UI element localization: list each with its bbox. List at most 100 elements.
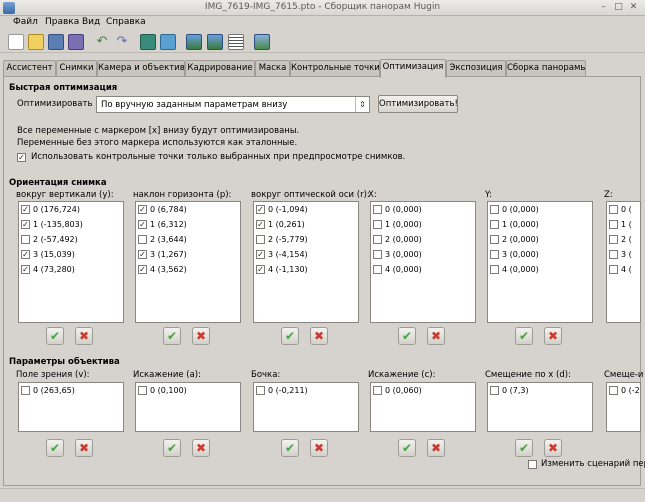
list-item[interactable]: ✓ 0 (176,724) <box>21 205 80 217</box>
list-item[interactable]: 2 (0,000) <box>373 235 422 247</box>
list-item[interactable]: 0 (0,000) <box>490 205 539 217</box>
list-item[interactable]: 1 (0,000) <box>373 220 422 232</box>
list-item[interactable]: ✓ 4 (73,280) <box>21 265 75 277</box>
table-icon[interactable] <box>228 34 244 50</box>
item-checkbox[interactable]: ✓ <box>138 220 147 229</box>
item-checkbox[interactable] <box>373 386 382 395</box>
list-item[interactable]: 1 (0,000) <box>490 220 539 232</box>
list-item[interactable]: 0 (263,65) <box>21 386 75 398</box>
item-checkbox[interactable] <box>609 386 618 395</box>
list-item[interactable]: 2 (3,644) <box>138 235 187 247</box>
select-all-icon[interactable]: ✔ <box>281 439 299 457</box>
select-all-icon[interactable]: ✔ <box>281 327 299 345</box>
preview-icon[interactable] <box>254 34 270 50</box>
list-item[interactable]: 0 (7,3) <box>490 386 529 398</box>
list-item[interactable]: 0 (-0,211) <box>256 386 308 398</box>
item-checkbox[interactable] <box>490 235 499 244</box>
list-item[interactable]: 3 ( <box>609 250 632 262</box>
select-all-icon[interactable]: ✔ <box>398 327 416 345</box>
optimize-button[interactable]: Оптимизировать! <box>378 95 458 113</box>
item-checkbox[interactable] <box>256 235 265 244</box>
item-checkbox[interactable] <box>490 205 499 214</box>
select-all-icon[interactable]: ✔ <box>46 439 64 457</box>
control-points-icon[interactable] <box>207 34 223 50</box>
list-item[interactable]: 2 (0,000) <box>490 235 539 247</box>
tab-assistant[interactable]: Ассистент <box>3 60 56 77</box>
clear-all-icon[interactable]: ✖ <box>310 439 328 457</box>
item-checkbox[interactable] <box>373 220 382 229</box>
list-item[interactable]: 3 (0,000) <box>373 250 422 262</box>
item-checkbox[interactable] <box>256 386 265 395</box>
item-checkbox[interactable]: ✓ <box>138 205 147 214</box>
clear-all-icon[interactable]: ✖ <box>544 439 562 457</box>
item-checkbox[interactable] <box>21 235 30 244</box>
tab-stitcher[interactable]: Сборка панорамы <box>506 60 586 77</box>
add-images-icon[interactable] <box>140 34 156 50</box>
item-checkbox[interactable]: ✓ <box>256 220 265 229</box>
item-checkbox[interactable] <box>609 250 618 259</box>
select-all-icon[interactable]: ✔ <box>515 439 533 457</box>
list-item[interactable]: 0 (-2 <box>609 386 640 398</box>
align-icon[interactable] <box>186 34 202 50</box>
add-series-icon[interactable] <box>160 34 176 50</box>
item-checkbox[interactable] <box>490 265 499 274</box>
clear-all-icon[interactable]: ✖ <box>192 439 210 457</box>
list-item[interactable]: 4 (0,000) <box>490 265 539 277</box>
list-item[interactable]: 1 ( <box>609 220 632 232</box>
list-item[interactable]: 0 (0,000) <box>373 205 422 217</box>
select-all-icon[interactable]: ✔ <box>515 327 533 345</box>
item-checkbox[interactable] <box>373 265 382 274</box>
edit-script-checkbox[interactable] <box>528 460 537 469</box>
clear-all-icon[interactable]: ✖ <box>427 439 445 457</box>
list-item[interactable]: 0 (0,060) <box>373 386 422 398</box>
select-all-icon[interactable]: ✔ <box>398 439 416 457</box>
select-all-icon[interactable]: ✔ <box>46 327 64 345</box>
list-item[interactable]: ✓ 3 (15,039) <box>21 250 75 262</box>
list-item[interactable]: ✓ 0 (6,784) <box>138 205 187 217</box>
item-checkbox[interactable] <box>609 205 618 214</box>
list-item[interactable]: 0 (0,100) <box>138 386 187 398</box>
item-checkbox[interactable]: ✓ <box>21 205 30 214</box>
list-item[interactable]: ✓ 1 (6,312) <box>138 220 187 232</box>
list-item[interactable]: ✓ 3 (1,267) <box>138 250 187 262</box>
minimize-icon[interactable]: – <box>598 2 609 13</box>
list-item[interactable]: ✓ 4 (3,562) <box>138 265 187 277</box>
item-checkbox[interactable]: ✓ <box>21 220 30 229</box>
item-checkbox[interactable] <box>490 386 499 395</box>
list-item[interactable]: 4 ( <box>609 265 632 277</box>
redo-icon[interactable]: ↷ <box>114 34 130 50</box>
item-checkbox[interactable] <box>609 265 618 274</box>
item-checkbox[interactable] <box>373 205 382 214</box>
close-icon[interactable]: ✕ <box>628 2 639 13</box>
item-checkbox[interactable]: ✓ <box>256 250 265 259</box>
maximize-icon[interactable]: □ <box>613 2 624 13</box>
open-icon[interactable] <box>28 34 44 50</box>
clear-all-icon[interactable]: ✖ <box>427 327 445 345</box>
clear-all-icon[interactable]: ✖ <box>75 439 93 457</box>
menu-file[interactable]: Файл <box>13 17 38 27</box>
item-checkbox[interactable]: ✓ <box>138 265 147 274</box>
list-item[interactable]: 2 (-5,779) <box>256 235 308 247</box>
tab-control-points[interactable]: Контрольные точки <box>290 60 380 77</box>
list-item[interactable]: ✓ 3 (-4,154) <box>256 250 308 262</box>
list-item[interactable]: 0 ( <box>609 205 632 217</box>
item-checkbox[interactable]: ✓ <box>21 265 30 274</box>
undo-icon[interactable]: ↶ <box>94 34 110 50</box>
list-item[interactable]: ✓ 0 (-1,094) <box>256 205 308 217</box>
menu-help[interactable]: Справка <box>106 17 146 27</box>
select-all-icon[interactable]: ✔ <box>163 327 181 345</box>
list-item[interactable]: 2 (-57,492) <box>21 235 78 247</box>
list-item[interactable]: 4 (0,000) <box>373 265 422 277</box>
save-as-icon[interactable] <box>68 34 84 50</box>
tab-optimizer[interactable]: Оптимизация <box>380 59 446 78</box>
item-checkbox[interactable] <box>490 220 499 229</box>
item-checkbox[interactable] <box>138 386 147 395</box>
clear-all-icon[interactable]: ✖ <box>192 327 210 345</box>
item-checkbox[interactable]: ✓ <box>138 250 147 259</box>
item-checkbox[interactable] <box>609 235 618 244</box>
list-item[interactable]: ✓ 4 (-1,130) <box>256 265 308 277</box>
list-item[interactable]: 2 ( <box>609 235 632 247</box>
menu-view[interactable]: Вид <box>82 17 100 27</box>
list-item[interactable]: ✓ 1 (-135,803) <box>21 220 83 232</box>
clear-all-icon[interactable]: ✖ <box>75 327 93 345</box>
